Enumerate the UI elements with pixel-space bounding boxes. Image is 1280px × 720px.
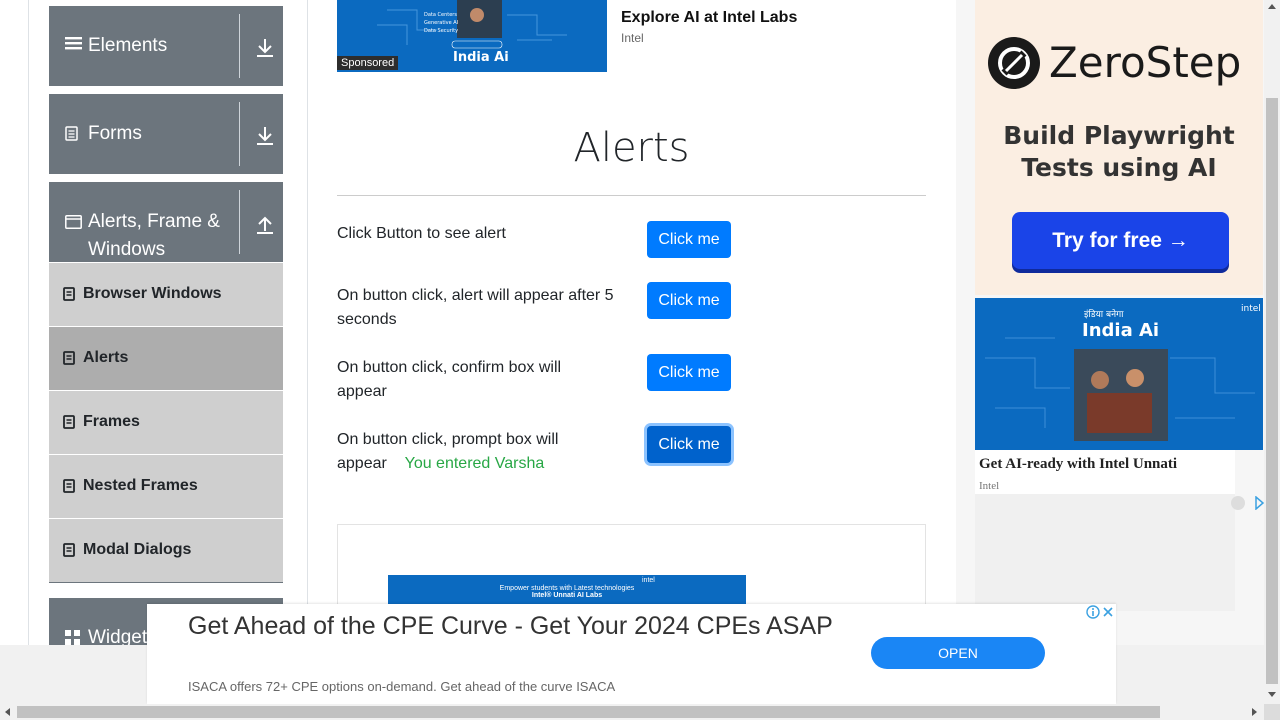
ad-info-icon[interactable]: [1254, 495, 1265, 515]
upload-arrow-icon[interactable]: [256, 214, 274, 234]
zerostep-logo-icon: [987, 36, 1041, 95]
scroll-down-icon[interactable]: [1268, 692, 1276, 697]
sidebar-item-browser-windows[interactable]: Browser Windows: [49, 263, 283, 327]
inner-ad-line2: Intel® Unnati AI Labs: [531, 592, 603, 599]
download-arrow-icon[interactable]: [256, 38, 274, 58]
download-arrow-icon[interactable]: [256, 126, 274, 146]
inner-ad-banner[interactable]: Empower students with Latest technologie…: [388, 575, 746, 605]
sidebar-item-label: Modal Dialogs: [83, 541, 192, 558]
sidebar-item-frames[interactable]: Frames: [49, 391, 283, 455]
confirm-row-text: On button click, confirm box will appear: [337, 359, 562, 400]
group-title: Alerts, Frame & Windows: [88, 211, 220, 260]
vertical-scrollbar[interactable]: [1264, 0, 1280, 704]
sidebar-item-label: Nested Frames: [83, 477, 198, 494]
grid-icon: [65, 630, 81, 645]
sidebar-item-nested-frames[interactable]: Nested Frames: [49, 455, 283, 519]
ad-advertiser: Intel: [979, 480, 1000, 492]
intel-ad-caption[interactable]: Get AI-ready with Intel Unnati Intel: [975, 450, 1235, 494]
intel-logo: intel: [642, 577, 655, 584]
bottom-ad[interactable]: Get Ahead of the CPE Curve - Get Your 20…: [147, 604, 1116, 704]
group-elements[interactable]: Elements: [49, 6, 283, 86]
prompt-button[interactable]: Click me: [647, 426, 731, 463]
ad-headline[interactable]: Explore AI at Intel Labs: [621, 9, 797, 27]
document-icon: [65, 126, 78, 146]
ad-advertiser: Intel: [621, 31, 644, 45]
divider: [239, 14, 240, 78]
divider: [49, 582, 283, 583]
try-for-free-button[interactable]: Try for free →: [1012, 212, 1229, 269]
close-ad-icon[interactable]: [1101, 605, 1115, 619]
ad-logo-text: India Ai: [1082, 320, 1159, 341]
zerostep-tagline: Build Playwright Tests using AI: [1003, 121, 1235, 182]
divider: [239, 102, 240, 166]
confirm-button[interactable]: Click me: [647, 354, 731, 391]
divider: [337, 195, 926, 196]
group-forms[interactable]: Forms: [49, 94, 283, 174]
svg-text:Generative AI: Generative AI: [424, 20, 458, 26]
prompt-result: You entered Varsha: [404, 455, 545, 472]
window-icon: [65, 215, 82, 234]
sidebar-item-modal-dialogs[interactable]: Modal Dialogs: [49, 519, 283, 583]
open-button[interactable]: OPEN: [871, 637, 1045, 669]
ad-headline: Get AI-ready with Intel Unnati: [979, 456, 1178, 472]
zerostep-brand: ZeroStep: [1049, 38, 1242, 87]
sidebar-item-label: Alerts: [83, 349, 129, 366]
scrollbar-thumb[interactable]: [1266, 98, 1278, 684]
group-alerts-frame-windows[interactable]: Alerts, Frame & Windows: [49, 182, 283, 262]
ad-info-icon[interactable]: [1086, 605, 1100, 624]
clipboard-icon: [63, 287, 75, 301]
divider: [239, 190, 240, 254]
inner-ad-line1: Empower students with Latest technologie…: [499, 585, 635, 592]
group-title: Elements: [88, 35, 168, 56]
bottom-ad-description: ISACA offers 72+ CPE options on-demand. …: [188, 679, 616, 694]
scroll-right-icon[interactable]: [1252, 708, 1257, 716]
clipboard-icon: [63, 351, 75, 365]
zerostep-ad[interactable]: ZeroStep Build Playwright Tests using AI …: [975, 0, 1263, 295]
bottom-ad-headline[interactable]: Get Ahead of the CPE Curve - Get Your 20…: [188, 610, 838, 642]
clipboard-icon: [63, 415, 75, 429]
svg-text:Data Security: Data Security: [424, 28, 458, 34]
prompt-row-text: On button click, prompt box will appear …: [337, 431, 559, 472]
scrollbar-corner: [1264, 704, 1280, 720]
svg-text:Data Centers: Data Centers: [424, 12, 457, 18]
page-title: Alerts: [573, 125, 690, 171]
timer-alert-button[interactable]: Click me: [647, 282, 731, 319]
sidebar-item-label: Frames: [83, 413, 140, 430]
ad-logo-text: India Ai: [453, 50, 509, 65]
horizontal-scrollbar[interactable]: [0, 704, 1264, 720]
sidebar-item-label: Browser Windows: [83, 285, 222, 302]
intel-ad-image[interactable]: इंडिया बनेगा India Ai intel: [975, 298, 1263, 450]
ad-hindi-text: इंडिया बनेगा: [1084, 308, 1124, 320]
clipboard-icon: [63, 543, 75, 557]
scrollbar-thumb[interactable]: [17, 706, 1160, 718]
alert-row-text: Click Button to see alert: [337, 225, 506, 242]
sponsored-ad-image[interactable]: Data Centers Generative AI Data Security…: [337, 0, 607, 72]
ad-choices-icon[interactable]: [1231, 496, 1245, 510]
group-title: Forms: [88, 123, 142, 144]
intel-logo: intel: [1241, 304, 1261, 314]
clipboard-icon: [63, 479, 75, 493]
ad-placeholder: [975, 494, 1235, 611]
scroll-up-icon[interactable]: [1268, 4, 1276, 9]
timer-alert-row-text: On button click, alert will appear after…: [337, 287, 614, 328]
list-icon: [65, 36, 82, 55]
sponsored-badge: Sponsored: [337, 56, 399, 70]
alert-button[interactable]: Click me: [647, 221, 731, 258]
sidebar-item-alerts[interactable]: Alerts: [49, 327, 283, 391]
scroll-left-icon[interactable]: [5, 708, 10, 716]
